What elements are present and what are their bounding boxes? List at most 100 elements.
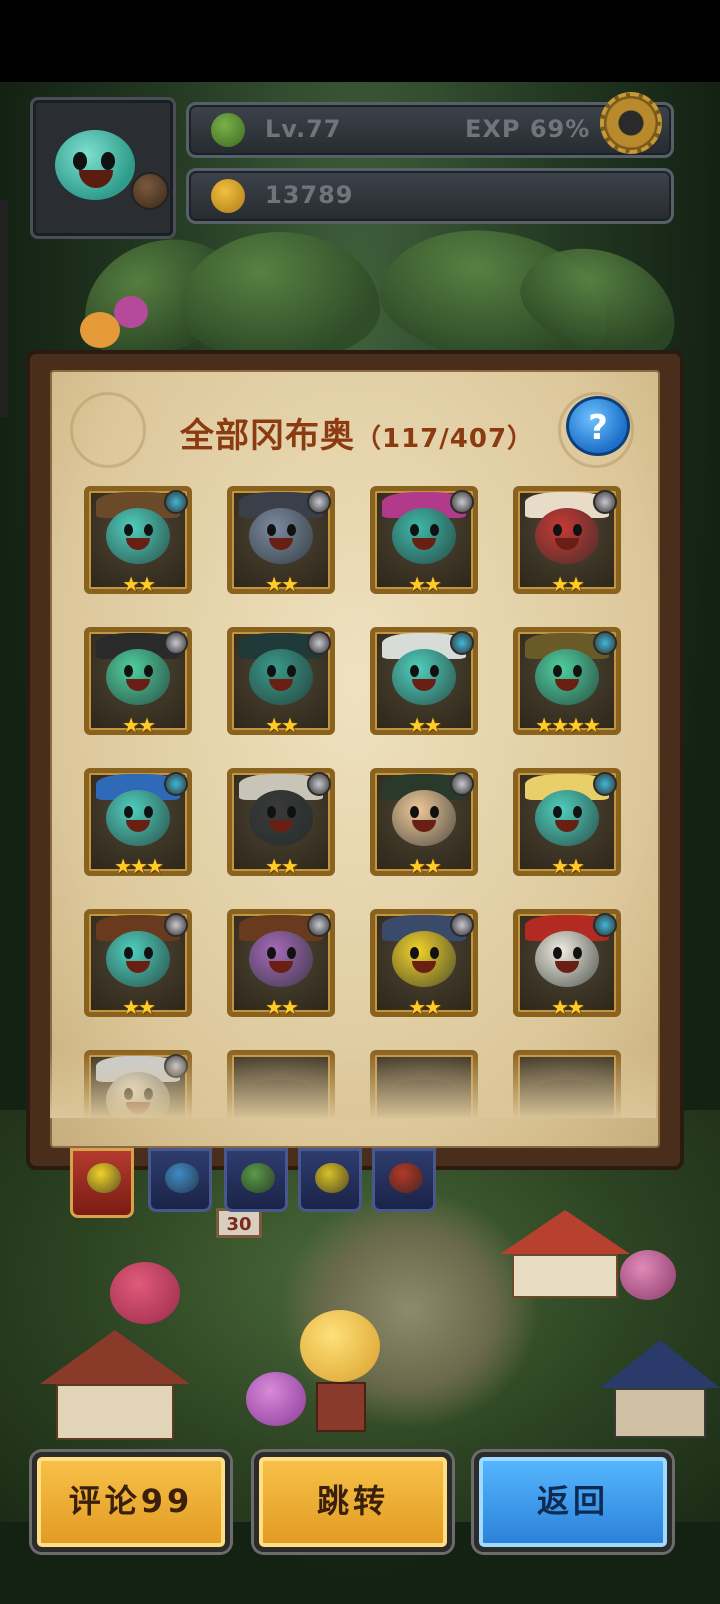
avatar-mouth — [79, 170, 113, 188]
level-text: Lv.77 — [265, 115, 342, 143]
class-badge-icon — [593, 913, 617, 937]
gumball-eye — [267, 524, 276, 536]
star-rating: ★★★ — [114, 854, 164, 878]
gumball-card[interactable]: ★★ — [370, 627, 478, 737]
gumball-card[interactable]: ★★ — [370, 486, 478, 596]
gumball-eye — [124, 806, 133, 818]
gumball-card[interactable]: ★★ — [84, 627, 192, 737]
gumball-card[interactable]: ★★ — [370, 768, 478, 878]
star-rating: ★★ — [551, 572, 585, 596]
gumball-mouth — [412, 961, 436, 973]
gumball-card[interactable]: ★★★★ — [513, 627, 621, 737]
gumball-eye — [124, 947, 133, 959]
class-badge-icon — [307, 490, 331, 514]
fruit-decoration — [114, 296, 148, 328]
tab-blue[interactable] — [148, 1148, 212, 1212]
gumball-card[interactable]: ★★ — [84, 909, 192, 1019]
comment-button[interactable]: 评论99 — [32, 1452, 230, 1552]
gumball-eye — [287, 524, 296, 536]
gumball-eye — [410, 524, 419, 536]
star-rating: ★★ — [265, 713, 299, 737]
gumball-avatar — [535, 931, 599, 987]
gumball-mouth — [126, 961, 150, 973]
gumball-eye — [430, 806, 439, 818]
gumball-eye — [267, 665, 276, 677]
scroll-fade — [50, 1050, 656, 1118]
tab-gumball-icon — [87, 1163, 121, 1193]
class-badge-icon — [307, 913, 331, 937]
jump-button[interactable]: 跳转 — [254, 1452, 452, 1552]
gumball-mouth — [555, 538, 579, 550]
tab-gumball-icon — [389, 1163, 423, 1193]
tab-green[interactable] — [224, 1148, 288, 1212]
class-badge-icon — [450, 772, 474, 796]
star-rating: ★★ — [122, 572, 156, 596]
gumball-card[interactable]: ★★ — [84, 486, 192, 596]
gumball-card[interactable]: ★★ — [513, 909, 621, 1019]
settings-gear-icon[interactable] — [600, 92, 662, 154]
gumball-eye — [553, 665, 562, 677]
star-rating: ★★ — [408, 713, 442, 737]
gumball-avatar — [392, 790, 456, 846]
gumball-avatar — [392, 649, 456, 705]
coin-bar: 13789 — [186, 168, 674, 224]
gumball-avatar — [106, 931, 170, 987]
tab-yellow[interactable] — [298, 1148, 362, 1212]
gumball-mouth — [126, 679, 150, 691]
star-rating: ★★ — [122, 995, 156, 1019]
golden-statue — [300, 1310, 380, 1382]
star-rating: ★★ — [265, 854, 299, 878]
gumball-mouth — [269, 679, 293, 691]
star-rating: ★★ — [265, 572, 299, 596]
class-badge-icon — [593, 631, 617, 655]
tab-red[interactable] — [372, 1148, 436, 1212]
village-creature — [110, 1262, 180, 1324]
gumball-card[interactable]: ★★ — [227, 486, 335, 596]
avatar-eye — [101, 152, 115, 170]
class-badge-icon — [307, 772, 331, 796]
gumball-card[interactable]: ★★ — [513, 768, 621, 878]
gumball-mouth — [269, 538, 293, 550]
gumball-eye — [287, 665, 296, 677]
village-creature — [620, 1250, 676, 1300]
gumball-eye — [267, 947, 276, 959]
gumball-eye — [144, 665, 153, 677]
village-house — [40, 1330, 190, 1440]
gumball-avatar — [249, 508, 313, 564]
gumball-avatar — [106, 508, 170, 564]
class-badge-icon — [164, 772, 188, 796]
class-badge-icon — [307, 631, 331, 655]
gumball-avatar — [249, 931, 313, 987]
star-rating: ★★ — [408, 854, 442, 878]
gumball-mouth — [555, 961, 579, 973]
star-rating: ★★★★ — [535, 713, 601, 737]
gumball-avatar — [249, 790, 313, 846]
gumball-eye — [287, 806, 296, 818]
gumball-card[interactable]: ★★ — [227, 768, 335, 878]
gumball-eye — [430, 947, 439, 959]
avatar — [55, 130, 135, 200]
gumball-mouth — [126, 538, 150, 550]
gumball-card[interactable]: ★★ — [227, 627, 335, 737]
gumball-card[interactable]: ★★ — [227, 909, 335, 1019]
gumball-eye — [124, 524, 133, 536]
gumball-card[interactable]: ★★ — [513, 486, 621, 596]
gumball-eye — [430, 524, 439, 536]
gumball-eye — [573, 524, 582, 536]
gumball-avatar — [535, 508, 599, 564]
gumball-avatar — [106, 649, 170, 705]
gumball-eye — [267, 806, 276, 818]
tab-all[interactable] — [70, 1148, 134, 1218]
gumball-mouth — [269, 820, 293, 832]
gumball-mouth — [412, 538, 436, 550]
gumball-avatar — [106, 790, 170, 846]
coin-icon — [211, 179, 245, 213]
gumball-mouth — [412, 820, 436, 832]
gumball-card[interactable]: ★★ — [370, 909, 478, 1019]
class-badge-icon — [593, 772, 617, 796]
gumball-card[interactable]: ★★★ — [84, 768, 192, 878]
back-button[interactable]: 返回 — [474, 1452, 672, 1552]
gumball-eye — [553, 947, 562, 959]
player-avatar[interactable] — [30, 97, 176, 239]
gumball-mouth — [269, 961, 293, 973]
